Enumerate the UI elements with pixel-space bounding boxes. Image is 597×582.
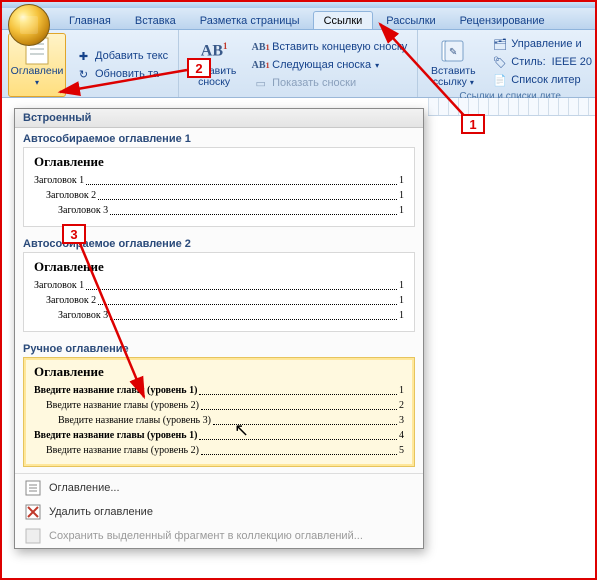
toc-label: Оглавлени▾ [11, 66, 64, 88]
tab-home[interactable]: Главная [58, 11, 122, 29]
style-value: IEEE 20 [552, 56, 592, 68]
tab-insert[interactable]: Вставка [124, 11, 187, 29]
group-citations: ✎ Вставить ссылку ▾ 🗂 Управление и 🏷 Сти… [418, 30, 597, 97]
manage-sources-icon: 🗂 [492, 37, 507, 52]
citation-style-button[interactable]: 🏷 Стиль: IEEE 20 [488, 54, 596, 71]
menu-save-selection: Сохранить выделенный фрагмент в коллекци… [15, 524, 423, 548]
svg-text:✎: ✎ [449, 47, 457, 58]
toc-row: Заголовок 21 [34, 293, 404, 308]
footnote-icon: AB1 [200, 36, 228, 66]
ribbon: Оглавлени▾ ✚ Добавить текс ↻ Обновить та [2, 30, 595, 98]
toc-row: Введите название главы (уровень 1)4 [34, 428, 404, 443]
update-table-button[interactable]: ↻ Обновить та [72, 66, 172, 83]
toc-row: Введите название главы (уровень 3)3 [34, 413, 404, 428]
toc-row: Заголовок 31 [34, 203, 404, 218]
menu-remove-toc-label: Удалить оглавление [49, 506, 153, 518]
insert-citation-button[interactable]: ✎ Вставить ссылку ▾ [424, 33, 482, 91]
insert-endnote-button[interactable]: AB1 Вставить концевую сноску [249, 39, 411, 56]
toc-row: Введите название главы (уровень 1)1 [34, 383, 404, 398]
insert-endnote-label: Вставить концевую сноску [272, 41, 407, 53]
toc-row: Введите название главы (уровень 2)5 [34, 443, 404, 458]
insert-citation-label: Вставить ссылку ▾ [427, 66, 479, 88]
gallery-item-auto2[interactable]: Оглавление Заголовок 11Заголовок 21Загол… [23, 252, 415, 332]
toc-row: Заголовок 11 [34, 173, 404, 188]
gallery-item-auto2-title: Автособираемое оглавление 2 [15, 233, 423, 252]
tab-page-layout[interactable]: Разметка страницы [189, 11, 311, 29]
citation-icon: ✎ [439, 36, 467, 66]
menu-insert-toc[interactable]: Оглавление... [15, 476, 423, 500]
ribbon-tabs: Главная Вставка Разметка страницы Ссылки… [2, 8, 595, 30]
toc-row: Заголовок 21 [34, 188, 404, 203]
manage-sources-button[interactable]: 🗂 Управление и [488, 36, 596, 53]
bibliography-icon: 📄 [492, 73, 507, 88]
save-selection-icon [25, 528, 41, 544]
remove-toc-icon [25, 504, 41, 520]
preview-title: Оглавление [34, 154, 404, 170]
toc-row: Заголовок 11 [34, 278, 404, 293]
style-icon: 🏷 [492, 55, 507, 70]
tab-references[interactable]: Ссылки [313, 11, 374, 29]
bibliography-button[interactable]: 📄 Список литер [488, 72, 596, 89]
endnote-icon: AB1 [253, 40, 268, 55]
next-footnote-icon: AB1 [253, 58, 268, 73]
ruler[interactable] [428, 98, 595, 116]
show-notes-label: Показать сноски [272, 77, 356, 89]
gallery-item-manual[interactable]: Оглавление Введите название главы (урове… [23, 357, 415, 467]
update-table-label: Обновить та [95, 68, 159, 80]
show-notes-icon: ▭ [253, 76, 268, 91]
add-text-button[interactable]: ✚ Добавить текс [72, 48, 172, 65]
next-footnote-button[interactable]: AB1 Следующая сноска ▾ [249, 57, 411, 74]
next-footnote-label: Следующая сноска [272, 59, 371, 71]
add-text-label: Добавить текс [95, 50, 168, 62]
add-text-icon: ✚ [76, 49, 91, 64]
menu-remove-toc[interactable]: Удалить оглавление [15, 500, 423, 524]
office-orb-button[interactable] [8, 4, 50, 46]
update-icon: ↻ [76, 67, 91, 82]
group-footnotes: AB1 Вставить сноску AB1 Вставить концеву… [179, 30, 418, 97]
callout-1: 1 [461, 114, 485, 134]
gallery-item-auto1-title: Автособираемое оглавление 1 [15, 128, 423, 147]
style-label: Стиль: [511, 56, 545, 68]
menu-save-selection-label: Сохранить выделенный фрагмент в коллекци… [49, 530, 363, 542]
insert-footnote-button[interactable]: AB1 Вставить сноску [185, 33, 243, 97]
manage-sources-label: Управление и [511, 38, 581, 50]
bibliography-label: Список литер [511, 74, 580, 86]
tab-review[interactable]: Рецензирование [449, 11, 556, 29]
menu-insert-toc-label: Оглавление... [49, 482, 120, 494]
toc-row: Введите название главы (уровень 2)2 [34, 398, 404, 413]
gallery-item-auto1[interactable]: Оглавление Заголовок 11Заголовок 21Загол… [23, 147, 415, 227]
toc-row: Заголовок 31 [34, 308, 404, 323]
gallery-section-builtin: Встроенный [15, 109, 423, 128]
insert-footnote-label: Вставить сноску [188, 66, 240, 88]
preview-title: Оглавление [34, 259, 404, 275]
show-notes-button[interactable]: ▭ Показать сноски [249, 75, 411, 92]
insert-toc-icon [25, 480, 41, 496]
gallery-item-manual-title: Ручное оглавление [15, 338, 423, 357]
preview-title: Оглавление [34, 364, 404, 380]
toc-gallery: Встроенный Автособираемое оглавление 1 О… [14, 108, 424, 549]
tab-mailings[interactable]: Рассылки [375, 11, 446, 29]
